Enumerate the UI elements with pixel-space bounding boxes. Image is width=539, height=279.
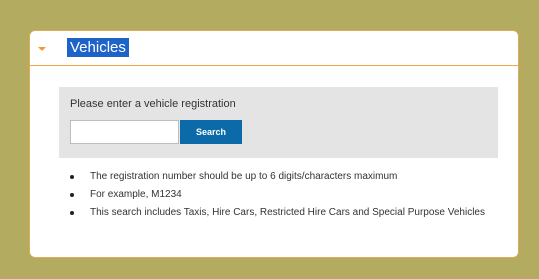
chevron-down-icon[interactable]	[38, 47, 46, 51]
registration-input[interactable]	[70, 120, 179, 144]
list-item: This search includes Taxis, Hire Cars, R…	[70, 207, 520, 219]
registration-label: Please enter a vehicle registration	[70, 98, 236, 110]
search-form: Please enter a vehicle registration Sear…	[59, 87, 498, 158]
help-notes: The registration number should be up to …	[59, 171, 520, 225]
panel-title: Vehicles	[67, 38, 129, 57]
list-item: For example, M1234	[70, 189, 520, 201]
vehicles-panel: Vehicles Please enter a vehicle registra…	[29, 30, 519, 258]
panel-header[interactable]: Vehicles	[30, 31, 518, 66]
list-item: The registration number should be up to …	[70, 171, 520, 183]
search-button[interactable]: Search	[180, 120, 242, 144]
